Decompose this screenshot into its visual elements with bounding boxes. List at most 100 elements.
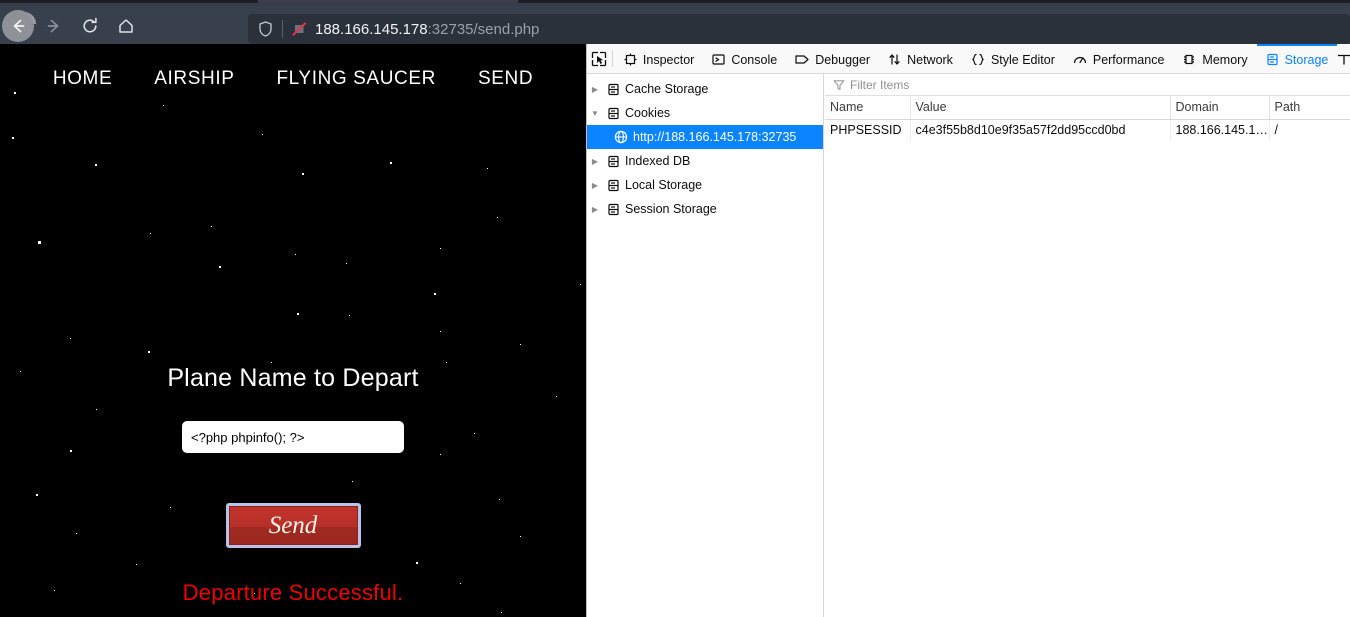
tree-item-indexed-db[interactable]: ▶ Indexed DB xyxy=(587,149,823,173)
chevron-right-icon[interactable]: ▶ xyxy=(587,157,603,166)
table-row[interactable]: PHPSESSID c4e3f55b8d10e9f35a57f2dd95ccd0… xyxy=(825,119,1350,141)
star xyxy=(349,315,350,316)
tab-inspector[interactable]: Inspector xyxy=(615,44,703,73)
star xyxy=(295,254,296,255)
column-header-domain[interactable]: Domain xyxy=(1170,96,1270,120)
accessibility-icon xyxy=(1337,53,1350,66)
tree-item-cookies[interactable]: ▼ Cookies xyxy=(587,101,823,125)
tab-debugger[interactable]: Debugger xyxy=(786,44,879,73)
chevron-down-icon[interactable]: ▼ xyxy=(587,109,603,118)
star xyxy=(95,164,97,166)
star xyxy=(12,137,14,139)
column-header-path[interactable]: Path xyxy=(1269,96,1350,120)
tab-label: Storage xyxy=(1284,52,1329,67)
star xyxy=(501,612,502,613)
send-button[interactable]: Send xyxy=(225,503,361,548)
tab-console[interactable]: Console xyxy=(703,44,786,73)
tree-item-label: Cache Storage xyxy=(625,82,709,96)
back-button[interactable] xyxy=(2,10,34,42)
chevron-right-icon[interactable]: ▶ xyxy=(587,85,603,94)
cell-cookie-name: PHPSESSID xyxy=(825,119,911,141)
chevron-right-icon[interactable]: ▶ xyxy=(587,205,603,214)
tree-item-label: http://188.166.145.178:32735 xyxy=(633,130,797,144)
nav-link-airship[interactable]: AIRSHIP xyxy=(154,68,234,90)
performance-icon xyxy=(1073,53,1087,66)
cookie-table: Name Value Domain Path PHPSESSID c4e3f55… xyxy=(825,96,1350,141)
cell-cookie-domain: 188.166.145.178 xyxy=(1170,119,1270,141)
arrow-right-icon xyxy=(47,19,59,33)
departure-form: Plane Name to Depart Send Departure Succ… xyxy=(0,364,586,606)
element-picker-icon[interactable] xyxy=(587,44,610,73)
tab-label: Console xyxy=(731,52,778,67)
tab-memory[interactable]: Memory xyxy=(1173,44,1256,73)
star xyxy=(211,226,212,227)
star xyxy=(150,233,151,234)
tab-label: Debugger xyxy=(815,52,871,67)
debugger-icon xyxy=(795,53,809,66)
storage-type-icon xyxy=(603,179,623,192)
tracking-protection-shield-icon[interactable] xyxy=(248,21,282,37)
cookie-table-header-row: Name Value Domain Path xyxy=(825,96,1350,120)
nav-link-send[interactable]: SEND xyxy=(478,68,533,90)
star xyxy=(38,241,41,244)
url-bar[interactable]: 188.166.145.178:32735/send.php xyxy=(248,14,1350,44)
star xyxy=(148,351,150,353)
chevron-right-icon[interactable]: ▶ xyxy=(587,181,603,190)
tree-item-cache-storage[interactable]: ▶ Cache Storage xyxy=(587,77,823,101)
star xyxy=(390,162,392,164)
storage-type-icon xyxy=(603,203,623,216)
network-icon xyxy=(888,53,901,66)
forward-button[interactable] xyxy=(38,10,70,42)
star xyxy=(346,263,347,264)
reload-button[interactable] xyxy=(74,10,106,42)
tab-label: Performance xyxy=(1092,52,1165,67)
star xyxy=(434,293,436,295)
url-host: 188.166.145.178 xyxy=(315,20,428,38)
insecure-connection-icon[interactable] xyxy=(283,21,315,37)
tab-style-editor[interactable]: Style Editor xyxy=(962,44,1064,73)
star xyxy=(262,134,263,135)
tree-item-label: Indexed DB xyxy=(625,154,691,168)
toolbar-separator xyxy=(612,50,613,67)
tree-item-label: Session Storage xyxy=(625,202,717,216)
plane-name-input[interactable] xyxy=(182,421,404,453)
home-button[interactable] xyxy=(110,10,142,42)
arrow-left-icon xyxy=(13,19,25,33)
filter-input[interactable] xyxy=(850,77,1270,92)
cookie-table-panel: Name Value Domain Path PHPSESSID c4e3f55… xyxy=(825,74,1350,617)
star xyxy=(487,168,488,169)
star xyxy=(163,105,164,106)
star xyxy=(297,313,299,315)
column-header-value[interactable]: Value xyxy=(910,96,1171,120)
nav-link-flying-saucer[interactable]: FLYING SAUCER xyxy=(276,68,435,90)
page-viewport: HOME AIRSHIP FLYING SAUCER SEND Plane Na… xyxy=(0,44,586,617)
column-header-name[interactable]: Name xyxy=(825,96,911,120)
storage-type-icon xyxy=(603,83,623,96)
style-editor-icon xyxy=(971,53,985,66)
tab-label: Style Editor xyxy=(990,52,1055,67)
tab-label: Network xyxy=(907,52,953,67)
reload-icon xyxy=(83,17,97,33)
nav-link-home[interactable]: HOME xyxy=(53,68,112,90)
devtools-panel: Inspector Console Debugger Network Style xyxy=(586,44,1350,617)
form-heading: Plane Name to Depart xyxy=(167,364,419,392)
storage-type-icon xyxy=(603,107,623,120)
tab-performance[interactable]: Performance xyxy=(1064,44,1174,73)
tab-overflow-partial[interactable] xyxy=(1337,44,1350,73)
tab-storage[interactable]: Storage xyxy=(1256,44,1338,73)
funnel-filter-icon xyxy=(828,79,850,91)
filter-row xyxy=(825,74,1350,96)
cell-cookie-value: c4e3f55b8d10e9f35a57f2dd95ccd0bd xyxy=(910,119,1171,141)
cell-cookie-path: / xyxy=(1269,119,1350,141)
tab-network[interactable]: Network xyxy=(879,44,962,73)
star xyxy=(14,92,16,94)
inspector-icon xyxy=(624,53,637,66)
star xyxy=(440,331,441,332)
star xyxy=(520,344,521,345)
home-icon xyxy=(119,19,133,33)
tree-item-label: Cookies xyxy=(625,106,671,120)
tree-item-local-storage[interactable]: ▶ Local Storage xyxy=(587,173,823,197)
storage-tree: ▶ Cache Storage ▼ Cookies http://188.166… xyxy=(587,74,824,617)
tree-item-session-storage[interactable]: ▶ Session Storage xyxy=(587,197,823,221)
tree-item-cookie-origin[interactable]: http://188.166.145.178:32735 xyxy=(587,125,823,149)
